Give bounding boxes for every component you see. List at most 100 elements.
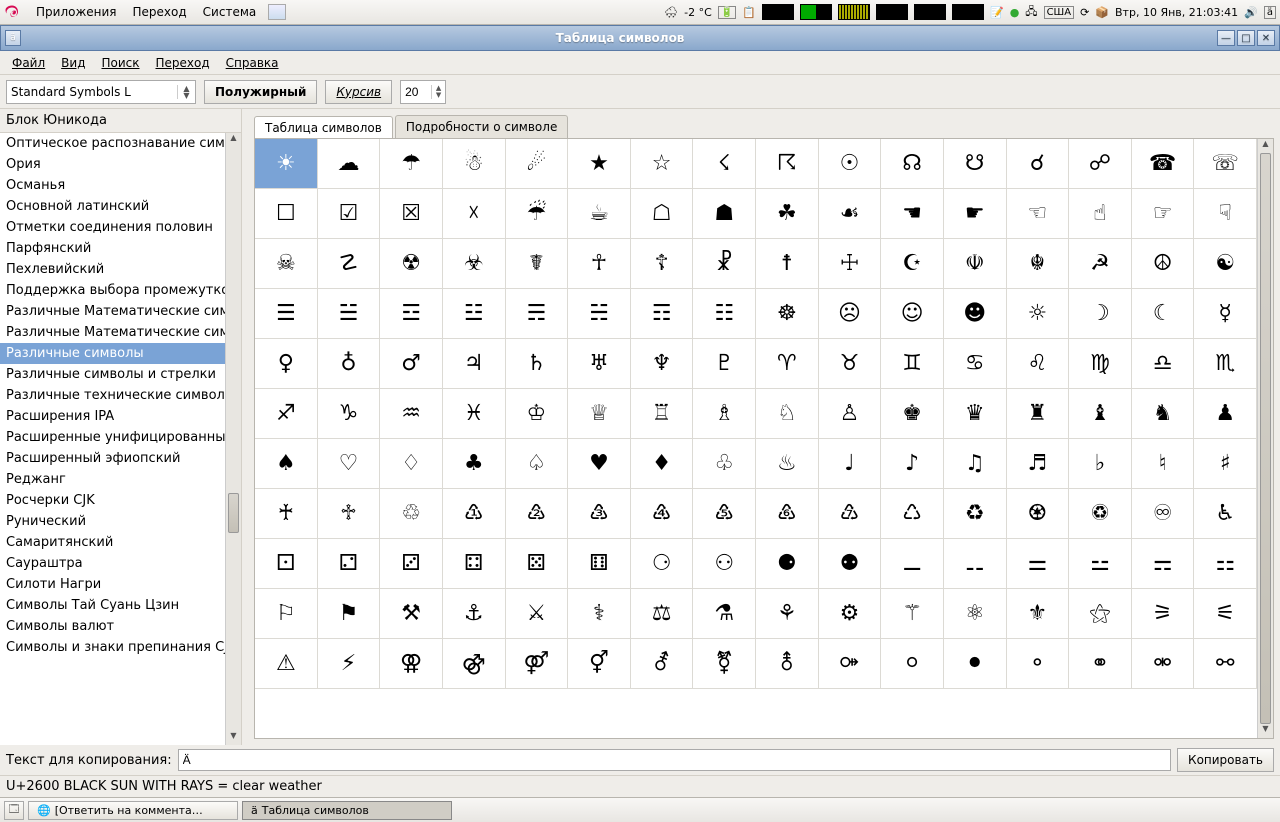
character-cell[interactable]: ⚨ (756, 639, 819, 689)
character-cell[interactable]: ♪ (881, 439, 944, 489)
character-cell[interactable]: ☹ (819, 289, 882, 339)
block-list-item[interactable]: Различные Математические сим (0, 301, 241, 322)
menu-go[interactable]: Переход (148, 54, 218, 72)
menu-file[interactable]: Файл (4, 54, 53, 72)
character-cell[interactable]: ♳ (443, 489, 506, 539)
character-cell[interactable]: ☖ (631, 189, 694, 239)
character-cell[interactable]: ⚊ (881, 539, 944, 589)
block-list-item[interactable]: Пехлевийский (0, 259, 241, 280)
character-cell[interactable]: ♄ (506, 339, 569, 389)
character-cell[interactable]: ☜ (1007, 189, 1070, 239)
tab-character-table[interactable]: Таблица символов (254, 116, 393, 139)
character-cell[interactable]: ⚒ (380, 589, 443, 639)
character-cell[interactable]: ♉ (819, 339, 882, 389)
character-cell[interactable]: ⚯ (1194, 639, 1257, 689)
block-list-item[interactable]: Различные Математические сим (0, 322, 241, 343)
character-cell[interactable]: ⚔ (506, 589, 569, 639)
system-menu[interactable]: Система (195, 3, 265, 21)
character-cell[interactable]: ☑ (318, 189, 381, 239)
character-cell[interactable]: ⚖ (631, 589, 694, 639)
block-list-item[interactable]: Саураштра (0, 553, 241, 574)
character-cell[interactable]: ⚐ (255, 589, 318, 639)
window-titlebar[interactable]: ä Таблица символов — □ ✕ (0, 25, 1280, 51)
battery-icon[interactable]: 🔋 (718, 6, 736, 19)
menu-search[interactable]: Поиск (93, 54, 147, 72)
character-cell[interactable]: ♬ (1007, 439, 1070, 489)
character-cell[interactable]: ♼ (1007, 489, 1070, 539)
character-cell[interactable]: ♧ (693, 439, 756, 489)
block-list-item[interactable]: Основной латинский (0, 196, 241, 217)
tomboy-icon[interactable]: 📝 (990, 6, 1004, 19)
grid-scroll-down-icon[interactable]: ▼ (1258, 724, 1273, 738)
character-cell[interactable]: ♁ (318, 339, 381, 389)
block-list-item[interactable]: Отметки соединения половин (0, 217, 241, 238)
character-cell[interactable]: ☕ (568, 189, 631, 239)
character-cell[interactable]: ☝ (1069, 189, 1132, 239)
block-list-item[interactable]: Османья (0, 175, 241, 196)
block-list-item[interactable]: Расширения IPA (0, 406, 241, 427)
character-cell[interactable]: ♛ (944, 389, 1007, 439)
character-cell[interactable]: ♺ (881, 489, 944, 539)
character-cell[interactable]: ☂ (380, 139, 443, 189)
character-cell[interactable]: ♦ (631, 439, 694, 489)
character-cell[interactable]: ☪ (881, 239, 944, 289)
character-cell[interactable]: ☦ (631, 239, 694, 289)
character-cell[interactable]: ♃ (443, 339, 506, 389)
character-cell[interactable]: ♟ (1194, 389, 1257, 439)
character-cell[interactable]: ☎ (1132, 139, 1195, 189)
character-cell[interactable]: ☱ (318, 289, 381, 339)
character-cell[interactable]: ☴ (506, 289, 569, 339)
character-cell[interactable]: ☰ (255, 289, 318, 339)
character-cell[interactable]: ♙ (819, 389, 882, 439)
character-cell[interactable]: ♘ (756, 389, 819, 439)
task-charmap[interactable]: ä Таблица символов (242, 801, 452, 820)
character-cell[interactable]: ☥ (568, 239, 631, 289)
block-list-item[interactable]: Росчерки CJK (0, 490, 241, 511)
character-cell[interactable]: ⚠ (255, 639, 318, 689)
character-cell[interactable]: ♩ (819, 439, 882, 489)
minimize-button[interactable]: — (1217, 30, 1235, 46)
block-list-item[interactable]: Парфянский (0, 238, 241, 259)
volume-icon[interactable]: 🔊 (1244, 6, 1258, 19)
character-cell[interactable]: ♽ (1069, 489, 1132, 539)
character-cell[interactable]: ♞ (1132, 389, 1195, 439)
character-cell[interactable]: ☀ (255, 139, 318, 189)
character-cell[interactable]: ♂ (380, 339, 443, 389)
block-list-item[interactable]: Оптическое распознавание сим (0, 133, 241, 154)
grid-scroll-up-icon[interactable]: ▲ (1258, 139, 1273, 153)
block-list-item[interactable]: Расширенные унифицированные (0, 427, 241, 448)
character-cell[interactable]: ☟ (1194, 189, 1257, 239)
character-cell[interactable]: ⚫ (944, 639, 1007, 689)
character-cell[interactable]: ♔ (506, 389, 569, 439)
status-dot-icon[interactable]: ● (1010, 6, 1020, 19)
character-cell[interactable]: ♆ (631, 339, 694, 389)
close-button[interactable]: ✕ (1257, 30, 1275, 46)
character-cell[interactable]: ♖ (631, 389, 694, 439)
block-list-item[interactable]: Силоти Нагри (0, 574, 241, 595)
update-available-icon[interactable]: 📦 (1095, 6, 1109, 19)
apps-menu[interactable]: Приложения (28, 3, 125, 21)
character-cell[interactable]: ♲ (380, 489, 443, 539)
bold-button[interactable]: Полужирный (204, 80, 317, 104)
block-list-item[interactable]: Самаритянский (0, 532, 241, 553)
character-cell[interactable]: ♾ (1132, 489, 1195, 539)
character-cell[interactable]: ⚝ (1069, 589, 1132, 639)
font-family-combo[interactable]: Standard Symbols L ▲▼ (6, 80, 196, 104)
block-list-item[interactable]: Различные символы и стрелки (0, 364, 241, 385)
maximize-button[interactable]: □ (1237, 30, 1255, 46)
character-cell[interactable]: ★ (568, 139, 631, 189)
character-cell[interactable]: ⚢ (380, 639, 443, 689)
scroll-thumb[interactable] (228, 493, 239, 533)
character-cell[interactable]: ⚣ (443, 639, 506, 689)
character-cell[interactable]: ☬ (1007, 239, 1070, 289)
character-cell[interactable]: ☷ (693, 289, 756, 339)
character-cell[interactable]: ⚧ (693, 639, 756, 689)
character-cell[interactable]: ⚏ (1194, 539, 1257, 589)
character-cell[interactable]: ♭ (1069, 439, 1132, 489)
character-cell[interactable]: ⚘ (756, 589, 819, 639)
character-cell[interactable]: ♎ (1132, 339, 1195, 389)
character-cell[interactable]: ☿ (1194, 289, 1257, 339)
block-list-item[interactable]: Символы валют (0, 616, 241, 637)
character-cell[interactable]: ♓ (443, 389, 506, 439)
character-cell[interactable]: ☡ (318, 239, 381, 289)
